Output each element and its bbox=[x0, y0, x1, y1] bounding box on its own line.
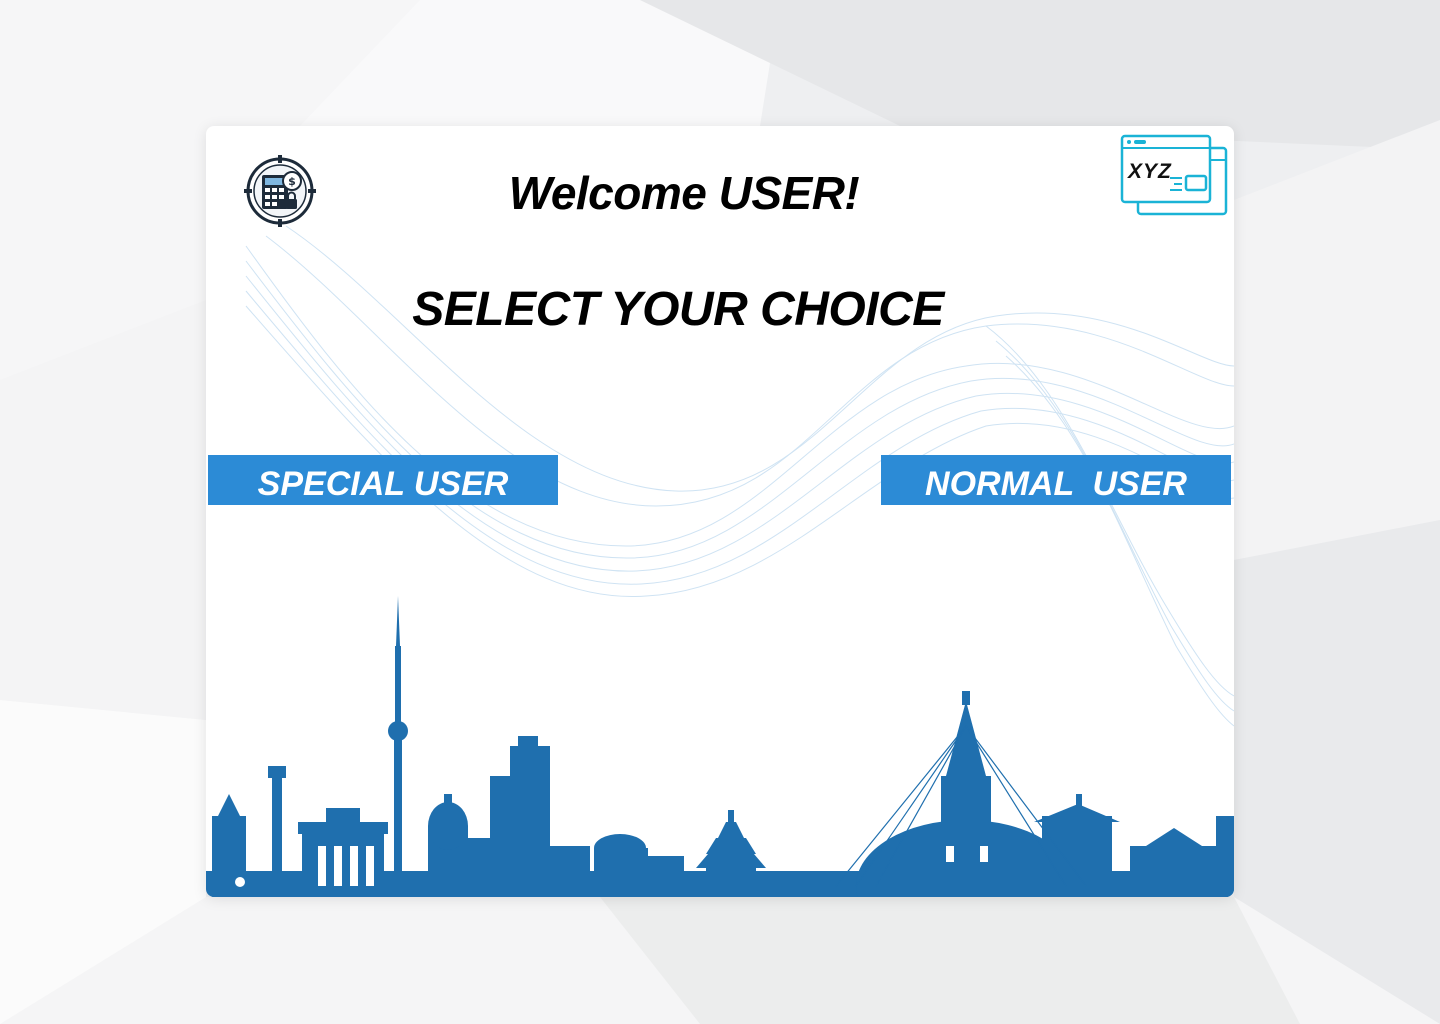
select-choice-heading: SELECT YOUR CHOICE bbox=[412, 283, 944, 336]
special-user-button[interactable]: SPECIAL USER bbox=[208, 455, 558, 505]
city-skyline-illustration bbox=[206, 596, 1234, 897]
welcome-heading: Welcome USER! bbox=[508, 167, 860, 219]
normal-user-button[interactable]: NORMAL USER bbox=[881, 455, 1231, 505]
welcome-card: $ XYZ Welcome USER! SELECT YOUR CHOICE S… bbox=[206, 126, 1234, 897]
